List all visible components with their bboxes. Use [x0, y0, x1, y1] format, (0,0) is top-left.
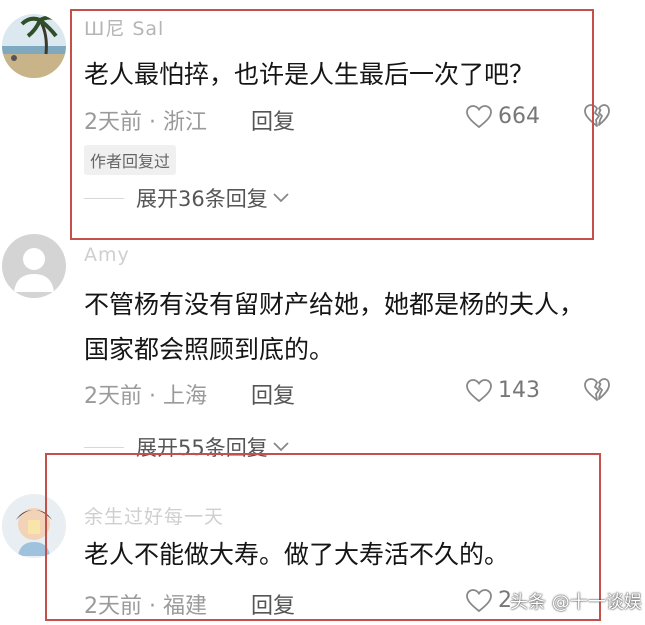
reply-button[interactable]: 回复: [251, 588, 295, 620]
heart-icon: [466, 104, 492, 128]
beach-avatar-image: [2, 14, 66, 78]
like-button[interactable]: 143: [466, 378, 540, 403]
expand-label: 展开36条回复: [136, 187, 268, 211]
comment-2: Amy 不管杨有没有留财产给她，她都是杨的夫人，国家都会照顾到底的。 2天前 ·…: [0, 234, 645, 460]
avatar[interactable]: [2, 494, 66, 558]
comment-meta: 2天前 · 上海: [84, 384, 207, 409]
broken-heart-icon: [584, 378, 610, 401]
username[interactable]: Ш尼 Sal: [84, 14, 164, 41]
divider-line: [84, 446, 124, 448]
watermark: 头条 @十一谈娱: [510, 592, 642, 613]
child-avatar-image: [2, 494, 66, 558]
like-button[interactable]: 2: [466, 588, 512, 613]
expand-replies[interactable]: 展开36条回复: [84, 183, 290, 213]
comment-text: 不管杨有没有留财产给她，她都是杨的夫人，国家都会照顾到底的。: [84, 290, 585, 364]
broken-heart-icon: [584, 104, 610, 127]
reply-button[interactable]: 回复: [251, 378, 295, 410]
author-replied-badge: 作者回复过: [84, 145, 177, 175]
avatar[interactable]: [2, 234, 66, 298]
avatar[interactable]: [2, 14, 66, 78]
dislike-button[interactable]: [584, 378, 610, 406]
dislike-button[interactable]: [584, 104, 610, 132]
like-count: 664: [498, 104, 540, 129]
username[interactable]: 余生过好每一天: [84, 502, 224, 529]
reply-button[interactable]: 回复: [251, 104, 295, 136]
chevron-down-icon: [273, 193, 289, 203]
comment-meta: 2天前 · 福建: [84, 594, 207, 619]
heart-icon: [466, 378, 492, 402]
like-count: 143: [498, 378, 540, 403]
like-button[interactable]: 664: [466, 104, 540, 129]
heart-icon: [466, 588, 492, 612]
divider-line: [84, 197, 124, 199]
comment-text: 老人最怕捽，也许是人生最后一次了吧？: [84, 60, 535, 89]
username[interactable]: Amy: [84, 244, 130, 266]
comment-meta: 2天前 · 浙江: [84, 110, 207, 135]
comment-1: Ш尼 Sal 老人最怕捽，也许是人生最后一次了吧？ 2天前 · 浙江 回复 66…: [0, 0, 645, 240]
comment-text: 老人不能做大寿。做了大寿活不久的。: [84, 540, 510, 569]
default-avatar-image: [2, 234, 66, 298]
